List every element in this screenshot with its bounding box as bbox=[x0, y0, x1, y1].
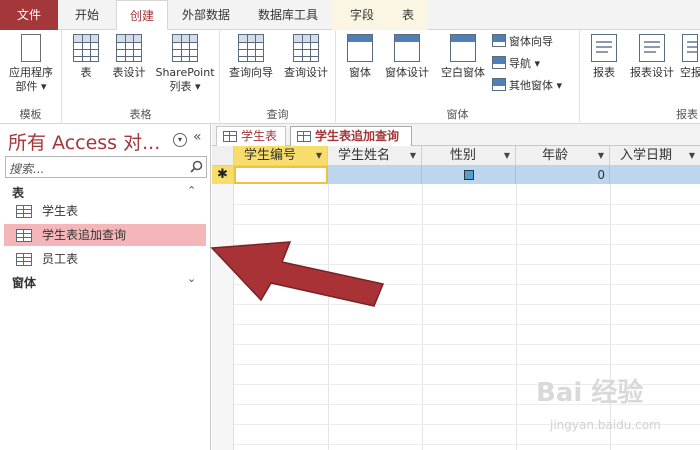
watermark-url: jingyan.baidu.com bbox=[550, 418, 661, 432]
watermark-logo: Bai 经验 bbox=[536, 378, 644, 408]
